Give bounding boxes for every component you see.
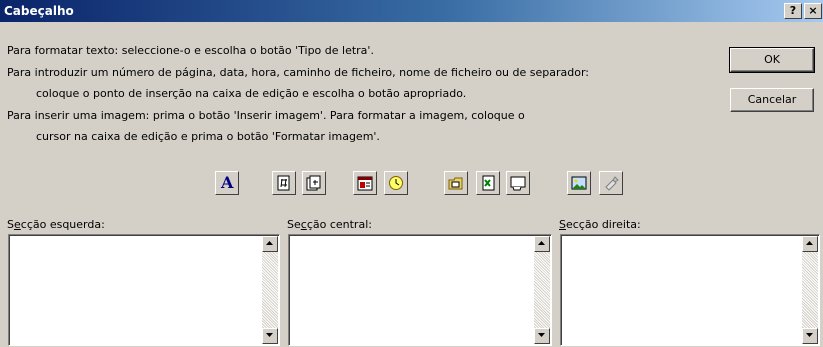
right-section-label: Secção direita: (559, 218, 641, 231)
left-section-label: Secção esquerda: (7, 218, 105, 231)
folder-icon (448, 177, 463, 190)
scroll-up-button[interactable] (802, 236, 818, 252)
sheet-name-button[interactable] (506, 171, 530, 195)
center-section-scrollbar[interactable] (534, 236, 550, 344)
right-section-textbox[interactable] (560, 234, 820, 346)
format-picture-icon (605, 176, 619, 191)
title-bar: Cabeçalho ? × (0, 0, 823, 22)
instruction-line: coloque o ponto de inserção na caixa de … (36, 87, 467, 100)
file-name-button[interactable] (476, 171, 500, 195)
scroll-up-button[interactable] (262, 236, 278, 252)
calendar-icon (357, 176, 373, 191)
ok-button[interactable]: OK (729, 47, 815, 73)
clock-icon (389, 176, 403, 190)
right-section-scrollbar[interactable] (802, 236, 818, 344)
window-title: Cabeçalho (4, 4, 74, 18)
file-path-button[interactable] (444, 171, 468, 195)
close-button[interactable]: × (804, 3, 822, 19)
arrow-up-icon (538, 241, 545, 245)
page-number-button[interactable] (272, 171, 296, 195)
left-section-scrollbar[interactable] (262, 236, 278, 344)
help-button[interactable]: ? (784, 3, 802, 19)
sheet-tab-icon (510, 176, 526, 191)
arrow-down-icon (266, 333, 273, 337)
arrow-up-icon (806, 241, 813, 245)
arrow-up-icon (266, 241, 273, 245)
cancel-button[interactable]: Cancelar (730, 88, 814, 112)
scroll-down-button[interactable] (262, 328, 278, 344)
scroll-down-button[interactable] (802, 328, 818, 344)
arrow-down-icon (538, 333, 545, 337)
format-picture-button[interactable] (599, 171, 623, 195)
excel-file-icon (482, 175, 495, 191)
instruction-line: Para inserir uma imagem: prima o botão '… (7, 109, 525, 122)
insert-picture-button[interactable] (567, 171, 591, 195)
page-number-icon (277, 175, 290, 191)
arrow-down-icon (806, 333, 813, 337)
total-pages-icon (306, 175, 321, 191)
left-section-textbox[interactable] (8, 234, 280, 346)
center-section-label: Secção central: (287, 218, 372, 231)
instruction-line: cursor na caixa de edição e prima o botã… (36, 130, 380, 143)
time-button[interactable] (384, 171, 408, 195)
instruction-line: Para introduzir um número de página, dat… (7, 66, 589, 79)
font-icon: A (221, 173, 234, 192)
font-button[interactable]: A (215, 171, 239, 195)
scroll-down-button[interactable] (534, 328, 550, 344)
center-section-textbox[interactable] (288, 234, 552, 346)
total-pages-button[interactable] (302, 171, 326, 195)
instruction-line: Para formatar texto: seleccione-o e esco… (7, 44, 374, 57)
scroll-up-button[interactable] (534, 236, 550, 252)
date-button[interactable] (353, 171, 377, 195)
picture-icon (571, 176, 587, 190)
